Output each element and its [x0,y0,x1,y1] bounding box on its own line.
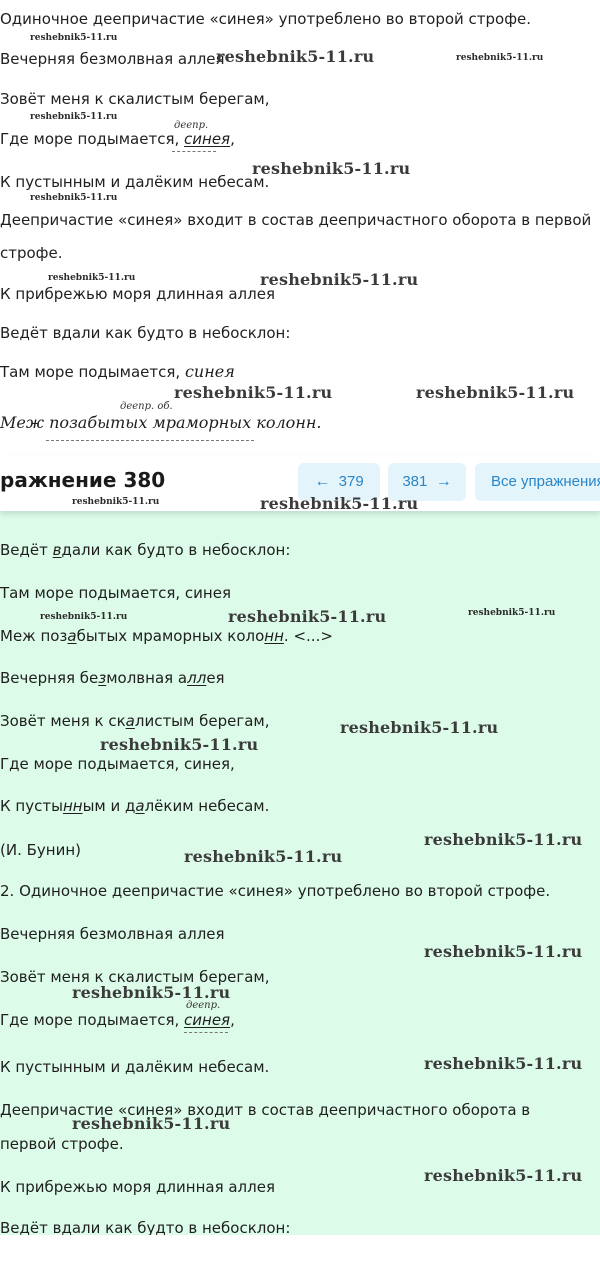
text-fragment: ым и д [82,797,136,815]
text-line: К пустынным и далёким небесам. [0,1058,270,1076]
text-fragment: , [230,130,235,148]
all-exercises-button[interactable]: Все упражнения [475,463,600,501]
spelling-highlight: нн [264,627,284,645]
next-exercise-label: 381 [402,473,428,490]
underline-dots [184,1032,228,1033]
text-fragment: Там море подымается, [0,363,185,381]
watermark: reshebnik5-11.ru [252,159,411,178]
watermark: reshebnik5-11.ru [30,33,118,43]
text-line: Ведёт вдали как будто в небосклон: [0,1219,291,1235]
text-line: Ведёт вдали как будто в небосклон: [0,324,291,342]
text-fragment: листым берегам, [134,712,270,730]
text-line: Зовёт меня к скалистым берегам, [0,711,270,731]
spelling-highlight: нн [62,797,83,815]
text-line: Где море подымается, синея, [0,129,235,149]
watermark: reshebnik5-11.ru [174,383,333,402]
text-line: Вечерняя безмолвная аллея [0,50,225,68]
text-fragment: . <...> [283,627,333,645]
text-line: Зовёт меня к скалистым берегам, [0,90,270,108]
watermark: reshebnik5-11.ru [340,718,499,737]
text-line: Вечерняя безмолвная аллея [0,668,225,688]
watermark: reshebnik5-11.ru [424,1054,583,1073]
participle-highlight: синея [184,1011,231,1029]
grammar-label: деепр. об. [120,401,173,412]
spelling-highlight: а [125,712,135,730]
author-line: (И. Бунин) [0,841,81,859]
text-line: Там море подымается, синея [0,362,235,382]
text-line: Где море подымается, синея, [0,1010,235,1030]
text-line: Там море подымается, синея [0,584,231,602]
arrow-left-icon: ← [314,473,331,490]
underline-dots [172,151,216,152]
text-line: первой строфе. [0,1135,124,1153]
text-fragment: бытых мраморных коло [76,627,265,645]
text-line: строфе. [0,244,63,262]
text-line: К пустынным и далёким небесам. [0,173,270,191]
text-line: 2. Одиночное деепричастие «синея» употре… [0,882,551,900]
underline-dots [46,440,254,441]
text-line: Вечерняя безмолвная аллея [0,925,225,943]
text-fragment: , [230,1011,235,1029]
text-fragment: лёким небесам. [144,797,270,815]
watermark: reshebnik5-11.ru [424,942,583,961]
participle-phrase-line: Меж позабытых мраморных колонн. [0,413,322,432]
page-title: ражнение 380 [0,468,166,492]
text-line: К прибрежью моря длинная аллея [0,1178,275,1196]
text-fragment: Ведёт [0,541,53,559]
text-line: Одиночное деепричастие «синея» употребле… [0,10,532,28]
spelling-highlight: а [67,627,77,645]
participle-phrase: синея [184,362,235,381]
arrow-right-icon: → [435,473,452,490]
watermark: reshebnik5-11.ru [260,270,419,289]
text-fragment: Вечерняя бе [0,669,99,687]
text-fragment: молвная а [106,669,188,687]
text-fragment: дали как будто в небосклон: [61,541,291,559]
text-fragment: Где море подымается, [0,1011,185,1029]
watermark: reshebnik5-11.ru [228,607,387,626]
prev-exercise-label: 379 [338,473,364,490]
watermark: reshebnik5-11.ru [184,847,343,866]
exercise-header: ражнение 380 ← 379 381 → Все упражнения … [0,455,600,513]
spelling-highlight: лл [187,669,207,687]
participle-highlight: синея [184,130,231,148]
text-line: Где море подымается, синея, [0,755,235,773]
text-line: К прибрежью моря длинная аллея [0,285,275,303]
watermark: reshebnik5-11.ru [100,735,259,754]
text-fragment: Зовёт меня к ск [0,712,126,730]
text-fragment: ея [206,669,225,687]
watermark: reshebnik5-11.ru [424,830,583,849]
watermark: reshebnik5-11.ru [30,193,118,203]
watermark: reshebnik5-11.ru [416,383,575,402]
text-fragment: К пусты [0,797,63,815]
watermark: reshebnik5-11.ru [456,53,544,63]
spelling-highlight: а [135,797,145,815]
text-line: Деепричастие «синея» входит в состав дее… [0,211,592,229]
text-fragment: Меж поз [0,627,68,645]
text-line: Меж позабытых мраморных колонн. <...> [0,626,333,646]
all-exercises-label: Все упражнения [491,473,600,490]
text-line: Ведёт вдали как будто в небосклон: [0,540,290,560]
watermark: reshebnik5-11.ru [72,497,160,507]
watermark: reshebnik5-11.ru [40,612,128,622]
text-fragment: Где море подымается, [0,130,185,148]
watermark: reshebnik5-11.ru [30,112,118,122]
watermark: reshebnik5-11.ru [72,1114,231,1133]
watermark: reshebnik5-11.ru [48,273,136,283]
watermark: reshebnik5-11.ru [260,494,419,513]
watermark: reshebnik5-11.ru [424,1166,583,1185]
watermark: reshebnik5-11.ru [468,608,556,618]
text-line: К пустынным и далёким небесам. [0,796,269,816]
watermark: reshebnik5-11.ru [216,47,375,66]
